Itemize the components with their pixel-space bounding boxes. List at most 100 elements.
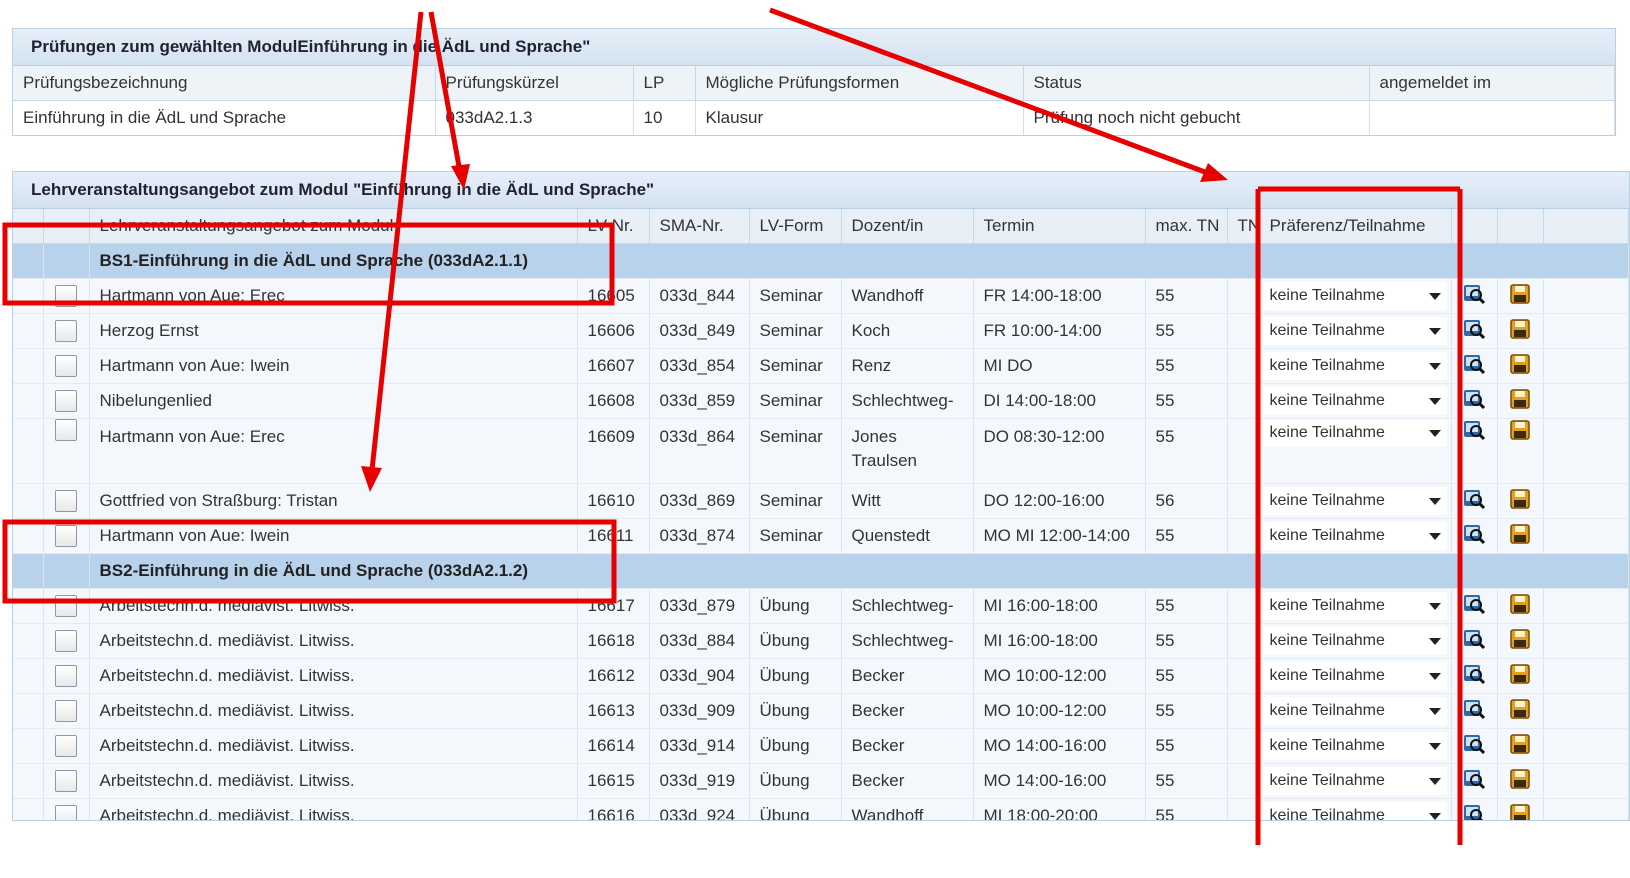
course-row: Arbeitstechn.d. mediävist. Litwiss. 16612… xyxy=(13,658,1629,694)
preference-select[interactable]: keine Teilnahme xyxy=(1263,767,1447,795)
magnifier-details-icon[interactable] xyxy=(1463,594,1486,619)
col-sma-nr: SMA-Nr. xyxy=(649,209,750,244)
save-cell xyxy=(1497,763,1544,799)
row-checkbox[interactable] xyxy=(55,700,77,722)
save-disk-icon[interactable] xyxy=(1509,698,1531,724)
row-select-cell xyxy=(43,518,90,554)
preference-select[interactable]: keine Teilnahme xyxy=(1263,419,1447,447)
row-checkbox[interactable] xyxy=(55,665,77,687)
tn xyxy=(1227,798,1260,820)
row-end xyxy=(1543,313,1629,349)
magnifier-details-icon[interactable] xyxy=(1463,629,1486,654)
magnifier-details-icon[interactable] xyxy=(1463,354,1486,379)
magnifier-details-icon[interactable] xyxy=(1463,804,1485,820)
preference-select[interactable]: keine Teilnahme xyxy=(1263,732,1447,760)
magnifier-details-icon[interactable] xyxy=(1463,734,1486,759)
group-label: BS1-Einführung in die ÄdL und Sprache (0… xyxy=(89,243,1629,279)
lecturer: Becker xyxy=(851,666,905,685)
magnifier-details-icon[interactable] xyxy=(1463,489,1486,514)
magnifier-details-icon[interactable] xyxy=(1463,524,1486,549)
save-disk-icon[interactable] xyxy=(1509,388,1531,414)
chevron-down-icon xyxy=(1428,362,1441,370)
save-disk-icon[interactable] xyxy=(1509,523,1531,549)
row-checkbox[interactable] xyxy=(55,355,77,377)
details-cell xyxy=(1451,313,1498,349)
row-end xyxy=(1543,728,1629,764)
magnifier-details-icon[interactable] xyxy=(1463,389,1486,414)
row-checkbox[interactable] xyxy=(55,735,77,757)
row-spacer xyxy=(13,798,44,820)
save-disk-icon[interactable] xyxy=(1509,593,1531,619)
save-cell xyxy=(1497,483,1544,519)
preference-select[interactable]: keine Teilnahme xyxy=(1263,487,1447,515)
preference-select[interactable]: keine Teilnahme xyxy=(1263,697,1447,725)
row-select-cell xyxy=(43,623,90,659)
col-pruefungsbezeichnung: Prüfungsbezeichnung xyxy=(13,66,436,101)
preference-select[interactable]: keine Teilnahme xyxy=(1263,802,1447,820)
lecturer-second: Traulsen xyxy=(851,451,918,470)
preference-select[interactable]: keine Teilnahme xyxy=(1263,627,1447,655)
save-disk-icon[interactable] xyxy=(1509,488,1531,514)
lecturer: Jones xyxy=(851,427,897,446)
chevron-down-icon xyxy=(1428,672,1441,680)
row-select-cell xyxy=(43,693,90,729)
lv-form: Übung xyxy=(749,763,842,799)
preference-select[interactable]: keine Teilnahme xyxy=(1263,662,1447,690)
magnifier-details-icon[interactable] xyxy=(1463,664,1486,689)
row-checkbox[interactable] xyxy=(55,525,77,547)
offerings-panel: Lehrveranstaltungsangebot zum Modul "Ein… xyxy=(12,171,1630,821)
row-checkbox[interactable] xyxy=(55,770,77,792)
max-tn: 55 xyxy=(1145,658,1228,694)
magnifier-details-icon[interactable] xyxy=(1463,319,1486,344)
row-checkbox[interactable] xyxy=(55,490,77,512)
preference-select[interactable]: keine Teilnahme xyxy=(1263,352,1447,380)
tn xyxy=(1227,658,1260,694)
row-checkbox[interactable] xyxy=(55,805,77,820)
magnifier-details-icon[interactable] xyxy=(1463,284,1486,309)
magnifier-details-icon[interactable] xyxy=(1463,699,1486,724)
save-cell xyxy=(1497,348,1544,384)
preference-select[interactable]: keine Teilnahme xyxy=(1263,592,1447,620)
col-termin: Termin xyxy=(973,209,1146,244)
row-checkbox[interactable] xyxy=(55,630,77,652)
row-checkbox[interactable] xyxy=(55,285,77,307)
lv-nr: 16606 xyxy=(577,313,650,349)
magnifier-details-icon[interactable] xyxy=(1463,421,1486,445)
preference-select[interactable]: keine Teilnahme xyxy=(1263,282,1447,310)
row-spacer xyxy=(13,313,44,349)
save-disk-icon[interactable] xyxy=(1509,768,1531,794)
preference-cell: keine Teilnahme xyxy=(1259,383,1452,419)
save-disk-icon[interactable] xyxy=(1509,663,1531,689)
row-end xyxy=(1543,658,1629,694)
preference-select[interactable]: keine Teilnahme xyxy=(1263,317,1447,345)
lecturer-cell: Schlechtweg- xyxy=(841,383,974,419)
details-cell xyxy=(1451,483,1498,519)
row-checkbox[interactable] xyxy=(55,595,77,617)
row-checkbox[interactable] xyxy=(55,320,77,342)
save-disk-icon[interactable] xyxy=(1509,733,1531,759)
save-disk-icon[interactable] xyxy=(1509,803,1531,820)
save-disk-icon[interactable] xyxy=(1509,353,1531,379)
lecturer: Renz xyxy=(851,356,892,375)
lecturer: Quenstedt xyxy=(851,526,930,545)
chevron-down-icon xyxy=(1428,777,1441,785)
save-disk-icon[interactable] xyxy=(1509,420,1531,445)
row-checkbox[interactable] xyxy=(55,390,77,412)
preference-value: keine Teilnahme xyxy=(1269,287,1385,304)
preference-select[interactable]: keine Teilnahme xyxy=(1263,522,1447,550)
save-cell xyxy=(1497,588,1544,624)
row-checkbox[interactable] xyxy=(55,419,77,441)
chevron-down-icon xyxy=(1428,532,1441,540)
save-disk-icon[interactable] xyxy=(1509,628,1531,654)
magnifier-details-icon[interactable] xyxy=(1463,769,1486,794)
exams-panel: Prüfungen zum gewählten ModulEinführung … xyxy=(12,28,1616,136)
preference-select[interactable]: keine Teilnahme xyxy=(1263,387,1447,415)
lv-form: Seminar xyxy=(749,278,842,314)
lecturer: Becker xyxy=(851,736,905,755)
course-row: Arbeitstechn.d. mediävist. Litwiss. 16617… xyxy=(13,588,1629,624)
col-details xyxy=(1451,209,1498,244)
save-disk-icon[interactable] xyxy=(1509,283,1531,309)
save-disk-icon[interactable] xyxy=(1509,318,1531,344)
chevron-down-icon xyxy=(1428,812,1441,820)
preference-cell: keine Teilnahme xyxy=(1259,728,1452,764)
